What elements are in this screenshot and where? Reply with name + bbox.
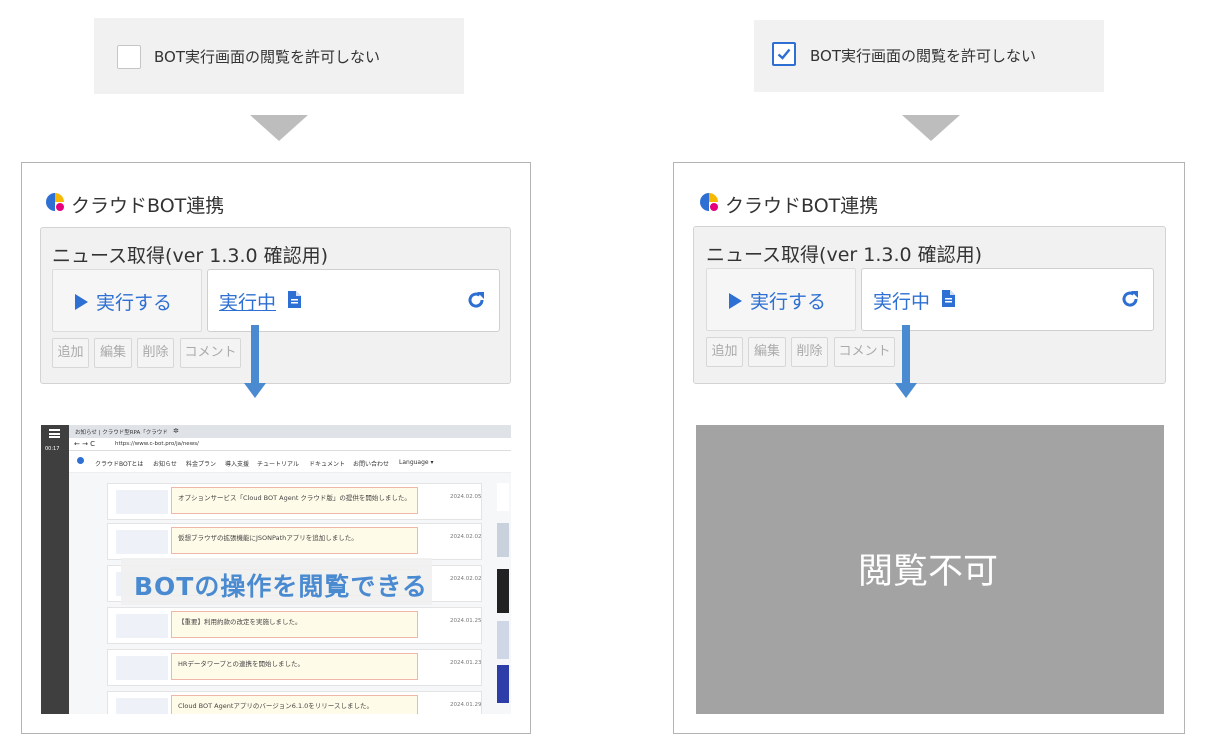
news-item: オプションサービス「Cloud BOT Agent クラウド版」の提供を開始しま… — [107, 483, 482, 520]
news-date: 2024.02.02 — [450, 576, 482, 582]
preview-sidebar: 00:17 — [41, 425, 69, 714]
news-date: 2024.01.29 — [450, 702, 482, 708]
add-button[interactable]: 追加 — [52, 338, 89, 368]
site-nav-item: チュートリアル — [257, 461, 299, 468]
checkbox-checked[interactable] — [772, 42, 796, 66]
arrow-down-icon — [895, 383, 917, 398]
status-link[interactable]: 実行中 — [219, 288, 276, 315]
overlay-banner: BOTの操作を閲覧できる — [121, 558, 432, 605]
arrow-shaft — [902, 325, 910, 383]
run-label: 実行する — [750, 291, 827, 313]
blocked-text: 閲覧不可 — [858, 552, 999, 592]
site-nav-item: お知らせ — [153, 461, 177, 468]
bot-name: ニュース取得(ver 1.3.0 確認用) — [52, 245, 329, 267]
delete-button[interactable]: 削除 — [137, 338, 174, 368]
document-icon — [942, 290, 955, 307]
status-box: 実行中 — [207, 269, 500, 332]
url-text: https://www.c-bot.pro/ja/news/ — [115, 441, 199, 447]
edit-button[interactable]: 編集 — [748, 337, 786, 367]
news-date: 2024.01.25 — [450, 618, 482, 624]
browser-urlbar: ← → C https://www.c-bot.pro/ja/news/ — [69, 438, 511, 451]
site-logo-icon — [77, 457, 84, 464]
option-box-unchecked: BOT実行画面の閲覧を許可しない — [94, 18, 464, 94]
bot-card: ニュース取得(ver 1.3.0 確認用) 実行する 実行中 追加 編集 削除 … — [40, 227, 511, 384]
news-text: 【重要】利用約款の改定を実施しました。 — [171, 611, 418, 638]
site-header: クラウドBOTとは お知らせ 料金プラン 導入支援 チュートリアル ドキュメント… — [69, 451, 511, 473]
run-button[interactable]: 実行する — [52, 269, 202, 332]
news-item: HRデータワープとの連携を開始しました。 2024.01.23 — [107, 649, 482, 686]
option-label: BOT実行画面の閲覧を許可しない — [810, 47, 1036, 65]
news-text: HRデータワープとの連携を開始しました。 — [171, 653, 418, 680]
panel-title: クラウドBOT連携 — [71, 195, 225, 217]
comment-button[interactable]: コメント — [180, 338, 241, 368]
run-button[interactable]: 実行する — [706, 268, 856, 331]
add-button[interactable]: 追加 — [706, 337, 743, 367]
bot-card: ニュース取得(ver 1.3.0 確認用) 実行する 実行中 追加 編集 削除 … — [693, 226, 1166, 384]
run-label: 実行する — [96, 292, 173, 314]
bot-name: ニュース取得(ver 1.3.0 確認用) — [706, 244, 983, 266]
play-icon — [75, 294, 88, 310]
option-box-checked: BOT実行画面の閲覧を許可しない — [754, 20, 1104, 92]
news-date: 2024.01.23 — [450, 660, 482, 666]
nav-buttons-icon: ← → C — [74, 440, 96, 448]
document-icon — [288, 291, 301, 308]
status-text: 実行中 — [873, 291, 931, 313]
refresh-icon[interactable] — [1120, 289, 1140, 309]
refresh-icon[interactable] — [466, 290, 486, 310]
news-item: Cloud BOT Agentアプリのバージョン6.1.0をリリースしました。 … — [107, 691, 482, 714]
news-text: オプションサービス「Cloud BOT Agent クラウド版」の提供を開始しま… — [171, 487, 418, 514]
panel-left: クラウドBOT連携 ニュース取得(ver 1.3.0 確認用) 実行する 実行中… — [21, 162, 531, 734]
arrow-down-icon — [244, 383, 266, 398]
arrow-shaft — [251, 325, 259, 383]
delete-button[interactable]: 削除 — [791, 337, 828, 367]
site-nav-item: ドキュメント — [309, 461, 346, 468]
news-text: 仮想ブラウザの拡張機能にJSONPathアプリを追加しました。 — [171, 527, 418, 554]
comment-button[interactable]: コメント — [834, 337, 895, 367]
site-nav-item: お問い合わせ — [353, 461, 390, 468]
news-item: 【重要】利用約款の改定を実施しました。 2024.01.25 — [107, 607, 482, 644]
browser-tabbar: お知らせ | クラウド型RPA「クラウド ✲ — [69, 425, 511, 438]
down-arrow-icon — [902, 115, 960, 141]
ad-column — [495, 483, 511, 714]
news-date: 2024.02.05 — [450, 494, 482, 500]
cloudbot-logo-icon — [700, 193, 718, 211]
site-nav-item: 料金プラン — [186, 461, 217, 468]
gear-icon: ✲ — [173, 427, 179, 435]
status-box: 実行中 — [861, 268, 1154, 331]
browser-tab: お知らせ | クラウド型RPA「クラウド — [75, 430, 167, 436]
play-icon — [729, 293, 742, 309]
site-nav-item: クラウドBOTとは — [95, 461, 144, 468]
news-item: 仮想ブラウザの拡張機能にJSONPathアプリを追加しました。 2024.02.… — [107, 523, 482, 560]
bot-screen-preview: 00:17 お知らせ | クラウド型RPA「クラウド ✲ ← → C https… — [41, 425, 511, 714]
panel-right: クラウドBOT連携 ニュース取得(ver 1.3.0 確認用) 実行する 実行中… — [673, 162, 1185, 734]
news-text: Cloud BOT Agentアプリのバージョン6.1.0をリリースしました。 — [171, 695, 418, 714]
panel-title: クラウドBOT連携 — [725, 195, 879, 217]
checkbox-unchecked[interactable] — [117, 45, 141, 69]
option-label: BOT実行画面の閲覧を許可しない — [154, 48, 380, 66]
checkmark-icon — [777, 48, 791, 60]
preview-timer: 00:17 — [45, 446, 60, 452]
down-arrow-icon — [250, 115, 308, 141]
news-date: 2024.02.02 — [450, 534, 482, 540]
site-nav-item: 導入支援 — [225, 461, 250, 468]
site-nav-item: Language ▾ — [399, 459, 434, 466]
blocked-view: 閲覧不可 — [696, 425, 1164, 714]
overlay-text: BOTの操作を閲覧できる — [134, 572, 428, 601]
edit-button[interactable]: 編集 — [94, 338, 132, 368]
cloudbot-logo-icon — [46, 193, 64, 211]
